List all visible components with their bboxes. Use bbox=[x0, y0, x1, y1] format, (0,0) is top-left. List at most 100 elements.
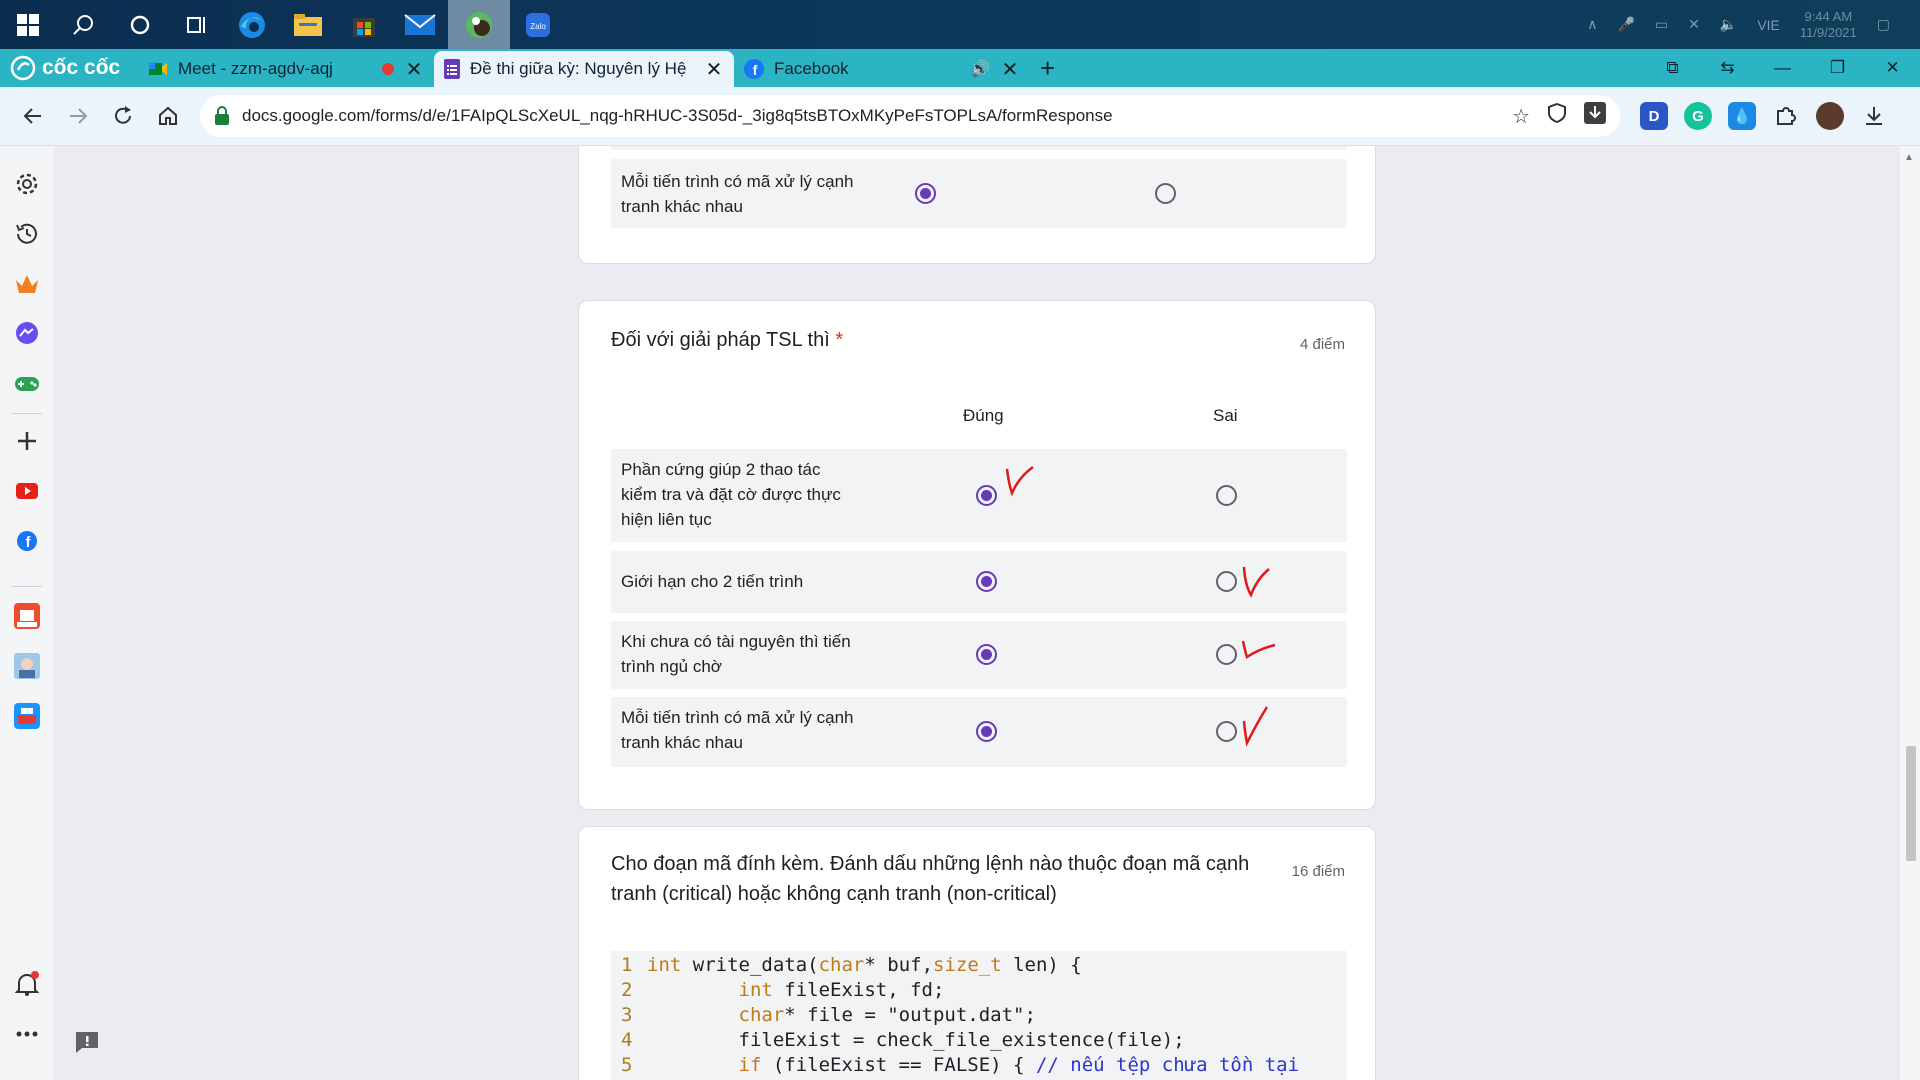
question-card-previous: Mỗi tiến trình có mã xử lý cạnh tranh kh… bbox=[578, 146, 1376, 264]
radio-true-selected[interactable] bbox=[915, 183, 936, 204]
radio-false[interactable] bbox=[1155, 183, 1176, 204]
game-avatar-icon[interactable] bbox=[9, 648, 45, 684]
svg-text:f: f bbox=[753, 62, 758, 78]
page-content: Mỗi tiến trình có mã xử lý cạnh tranh kh… bbox=[54, 146, 1900, 1080]
tab-meet[interactable]: Meet - zzm-agdv-aqj ✕ bbox=[138, 51, 434, 87]
history-icon[interactable] bbox=[9, 216, 45, 252]
radio-false[interactable] bbox=[1216, 721, 1237, 742]
zalo-icon[interactable]: Zalo bbox=[510, 0, 566, 49]
task-view-icon[interactable] bbox=[168, 0, 224, 49]
extension-d-icon[interactable]: D bbox=[1640, 102, 1668, 130]
bookmark-star-icon[interactable]: ☆ bbox=[1512, 104, 1530, 129]
tab-google-form[interactable]: Đề thi giữa kỳ: Nguyên lý Hệ ✕ bbox=[434, 51, 734, 87]
clock-date: 11/9/2021 bbox=[1799, 24, 1857, 40]
tab-title: Meet - zzm-agdv-aqj bbox=[178, 59, 333, 78]
window-controls: ⧉ ⇆ — ❐ ✕ bbox=[1645, 49, 1920, 87]
feedback-icon[interactable] bbox=[74, 1030, 100, 1054]
notifications-bell-icon[interactable] bbox=[9, 966, 45, 1002]
radio-true-selected[interactable] bbox=[976, 644, 997, 665]
close-window-button[interactable]: ✕ bbox=[1865, 49, 1920, 87]
store-icon[interactable] bbox=[336, 0, 392, 49]
url-text[interactable]: docs.google.com/forms/d/e/1FAIpQLScXeUL_… bbox=[242, 106, 1113, 126]
add-shortcut-icon[interactable] bbox=[9, 423, 45, 459]
question-points: 4 điểm bbox=[1299, 336, 1345, 353]
row-label: Mỗi tiến trình có mã xử lý cạnh tranh kh… bbox=[621, 172, 854, 216]
windows-start-icon[interactable] bbox=[0, 0, 56, 49]
scroll-thumb[interactable] bbox=[1906, 746, 1916, 861]
extensions-row: D G 💧 bbox=[1640, 87, 1888, 145]
tab-title: Đề thi giữa kỳ: Nguyên lý Hệ bbox=[470, 59, 687, 78]
radio-true-selected[interactable] bbox=[976, 485, 997, 506]
close-tab-icon[interactable]: ✕ bbox=[1000, 57, 1020, 82]
system-tray: ∧ 🎤 ▭ ✕ 🔈 VIE 9:44 AM 11/9/2021 ▢ bbox=[1587, 0, 1920, 49]
file-explorer-icon[interactable] bbox=[280, 0, 336, 49]
radio-false[interactable] bbox=[1216, 644, 1237, 665]
new-tab-button[interactable]: + bbox=[1030, 51, 1065, 87]
radio-false[interactable] bbox=[1216, 485, 1237, 506]
downloads-icon[interactable] bbox=[1860, 102, 1888, 130]
volume-icon[interactable]: 🔈 bbox=[1720, 16, 1737, 33]
windows-taskbar: Zalo ∧ 🎤 ▭ ✕ 🔈 VIE 9:44 AM 11/9/2021 ▢ bbox=[0, 0, 1920, 49]
close-tab-icon[interactable]: ✕ bbox=[704, 57, 724, 82]
scroll-up-arrow-icon[interactable]: ▲ bbox=[1904, 152, 1914, 163]
home-button[interactable] bbox=[145, 94, 190, 139]
page-scrollbar[interactable]: ▲ bbox=[1900, 146, 1920, 1080]
radio-false[interactable] bbox=[1216, 571, 1237, 592]
code-line: 4 fileExist = check_file_existence(file)… bbox=[621, 1029, 1185, 1051]
required-asterisk: * bbox=[835, 329, 844, 351]
google-forms-icon bbox=[444, 59, 460, 79]
brand-label: cốc cốc bbox=[42, 56, 121, 79]
split-view-icon[interactable]: ⇆ bbox=[1700, 49, 1755, 87]
tab-title: Facebook bbox=[774, 59, 849, 78]
crown-icon[interactable] bbox=[9, 266, 45, 302]
reload-button[interactable] bbox=[100, 94, 145, 139]
savior-download-icon[interactable] bbox=[1584, 102, 1606, 130]
question-title-text: Đối với giải pháp TSL thì bbox=[611, 329, 830, 351]
tab-search-icon[interactable]: ⧉ bbox=[1645, 49, 1700, 87]
restore-button[interactable]: ❐ bbox=[1810, 49, 1865, 87]
grid-row: Giới hạn cho 2 tiến trình bbox=[611, 551, 1347, 613]
more-options-icon[interactable] bbox=[9, 1016, 45, 1052]
facebook-icon: f bbox=[744, 59, 764, 79]
extensions-puzzle-icon[interactable] bbox=[1772, 102, 1800, 130]
notifications-icon[interactable]: ▢ bbox=[1877, 16, 1890, 33]
address-bar[interactable]: docs.google.com/forms/d/e/1FAIpQLScXeUL_… bbox=[200, 95, 1620, 137]
facebook-sidebar-icon[interactable]: f bbox=[9, 523, 45, 559]
adblock-shield-icon[interactable] bbox=[1548, 102, 1566, 129]
raindrop-icon[interactable]: 💧 bbox=[1728, 102, 1756, 130]
sidebar-divider bbox=[12, 586, 42, 587]
clock[interactable]: 9:44 AM 11/9/2021 bbox=[1800, 9, 1857, 41]
coccoc-logo[interactable]: cốc cốc bbox=[0, 49, 138, 87]
question-title-text: Cho đoạn mã đính kèm. Đánh dấu những lện… bbox=[611, 853, 1250, 905]
tiki-icon[interactable] bbox=[9, 698, 45, 734]
profile-avatar[interactable] bbox=[1816, 102, 1844, 130]
search-icon[interactable] bbox=[56, 0, 112, 49]
battery-icon[interactable]: ▭ bbox=[1655, 16, 1668, 33]
settings-gear-icon[interactable] bbox=[9, 166, 45, 202]
back-button[interactable] bbox=[10, 94, 55, 139]
language-indicator[interactable]: VIE bbox=[1757, 17, 1780, 33]
forward-button[interactable] bbox=[55, 94, 100, 139]
coccoc-browser-taskbar-icon[interactable] bbox=[448, 0, 510, 49]
minimize-button[interactable]: — bbox=[1755, 49, 1810, 87]
network-icon[interactable]: ✕ bbox=[1688, 16, 1700, 33]
edge-browser-icon[interactable] bbox=[224, 0, 280, 49]
cortana-icon[interactable] bbox=[112, 0, 168, 49]
close-tab-icon[interactable]: ✕ bbox=[404, 57, 424, 82]
shopee-icon[interactable] bbox=[9, 598, 45, 634]
grammarly-icon[interactable]: G bbox=[1684, 102, 1712, 130]
microphone-icon[interactable]: 🎤 bbox=[1617, 16, 1634, 33]
youtube-icon[interactable] bbox=[9, 473, 45, 509]
google-meet-icon bbox=[149, 63, 167, 75]
chevron-up-icon[interactable]: ∧ bbox=[1587, 16, 1597, 33]
messenger-icon[interactable] bbox=[9, 316, 45, 352]
speaker-icon[interactable]: 🔊 bbox=[970, 59, 990, 79]
row-label: Phần cứng giúp 2 thao tác kiểm tra và đặ… bbox=[621, 460, 841, 529]
radio-true-selected[interactable] bbox=[976, 571, 997, 592]
mail-icon[interactable] bbox=[392, 0, 448, 49]
radio-true-selected[interactable] bbox=[976, 721, 997, 742]
game-controller-icon[interactable] bbox=[9, 366, 45, 402]
lock-icon[interactable] bbox=[214, 106, 230, 126]
tab-facebook[interactable]: f Facebook 🔊 ✕ bbox=[734, 51, 1030, 87]
clock-time: 9:44 AM bbox=[1804, 8, 1853, 24]
